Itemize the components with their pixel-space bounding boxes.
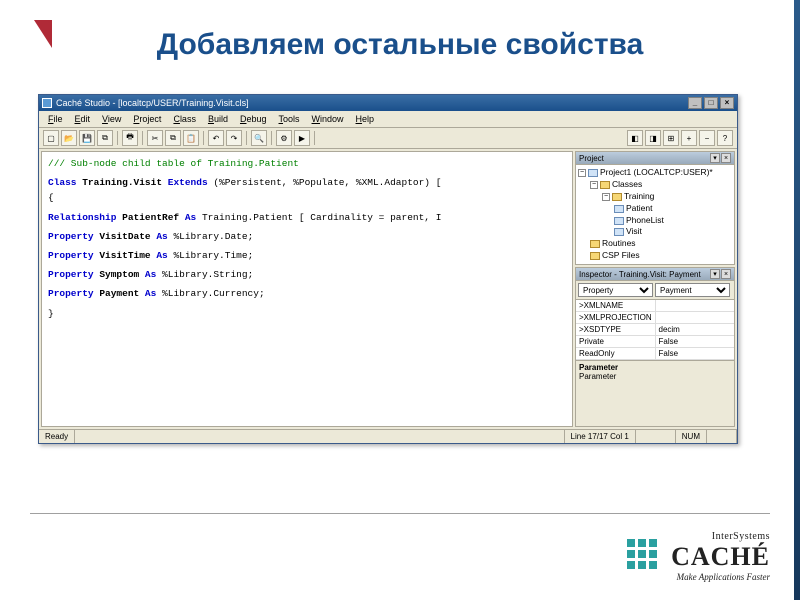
save-all-icon[interactable]: ⧉ (97, 130, 113, 146)
save-icon[interactable]: 💾 (79, 130, 95, 146)
project-panel-title: Project (579, 154, 604, 163)
menu-project[interactable]: Project (128, 113, 166, 125)
status-num: NUM (676, 430, 707, 443)
menu-view[interactable]: View (97, 113, 126, 125)
inspector-footer-label: Parameter (579, 363, 731, 372)
inspector-grid[interactable]: >XMLNAME >XMLPROJECTION >XSDTYPEdecim Pr… (576, 300, 734, 360)
menu-debug[interactable]: Debug (235, 113, 272, 125)
app-window: Caché Studio - [localtcp/USER/Training.V… (38, 94, 738, 444)
window-title: Caché Studio - [localtcp/USER/Training.V… (56, 98, 249, 108)
find-icon[interactable]: 🔍 (251, 130, 267, 146)
logo-tagline: Make Applications Faster (671, 572, 770, 582)
logo-cache: CACHÉ (671, 542, 770, 572)
inspector-member-select[interactable]: Property (578, 283, 653, 297)
inspector-panel: Inspector - Training.Visit: Payment ▾ × … (575, 267, 735, 427)
panel-pin-icon[interactable]: ▾ (710, 153, 720, 163)
system-icon (42, 98, 52, 108)
redo-icon[interactable]: ↷ (226, 130, 242, 146)
title-bar: Caché Studio - [localtcp/USER/Training.V… (39, 95, 737, 111)
menu-file[interactable]: File (43, 113, 68, 125)
new-icon[interactable]: ▢ (43, 130, 59, 146)
copy-icon[interactable]: ⧉ (165, 130, 181, 146)
zoom-in-icon[interactable]: + (681, 130, 697, 146)
menu-edit[interactable]: Edit (70, 113, 96, 125)
menu-bar: File Edit View Project Class Build Debug… (39, 111, 737, 128)
close-button[interactable]: × (720, 97, 734, 109)
toolbar: ▢ 📂 💾 ⧉ 🖶 ✂ ⧉ 📋 ↶ ↷ 🔍 ⚙ ▶ ◧ ◨ ⊞ + − ? (39, 128, 737, 149)
panel-close-icon[interactable]: × (721, 153, 731, 163)
right-accent-bar (794, 0, 800, 600)
tree-phonelist[interactable]: PhoneList (626, 215, 664, 227)
undo-icon[interactable]: ↶ (208, 130, 224, 146)
compile-icon[interactable]: ⚙ (276, 130, 292, 146)
build-icon[interactable]: ▶ (294, 130, 310, 146)
code-line-6: Property VisitTime As %Library.Time; (48, 248, 566, 263)
logo: InterSystems CACHÉ Make Applications Fas… (671, 531, 770, 582)
print-icon[interactable]: 🖶 (122, 130, 138, 146)
status-bar: Ready Line 17/17 Col 1 NUM (39, 429, 737, 443)
menu-window[interactable]: Window (307, 113, 349, 125)
logo-squares-icon (627, 539, 657, 569)
zoom-out-icon[interactable]: − (699, 130, 715, 146)
menu-class[interactable]: Class (168, 113, 201, 125)
tool-b-icon[interactable]: ◨ (645, 130, 661, 146)
menu-build[interactable]: Build (203, 113, 233, 125)
project-tree[interactable]: −Project1 (LOCALTCP:USER)* −Classes −Tra… (578, 167, 732, 262)
tree-root[interactable]: Project1 (LOCALTCP:USER)* (600, 167, 713, 179)
tree-csp[interactable]: CSP Files (602, 250, 640, 262)
inspector-close-icon[interactable]: × (721, 269, 731, 279)
help-icon[interactable]: ? (717, 130, 733, 146)
code-line-4: Relationship PatientRef As Training.Pati… (48, 210, 566, 225)
minimize-button[interactable]: _ (688, 97, 702, 109)
menu-tools[interactable]: Tools (274, 113, 305, 125)
open-icon[interactable]: 📂 (61, 130, 77, 146)
code-line-8: Property Payment As %Library.Currency; (48, 286, 566, 301)
status-position: Line 17/17 Col 1 (565, 430, 636, 443)
code-line-5: Property VisitDate As %Library.Date; (48, 229, 566, 244)
inspector-pin-icon[interactable]: ▾ (710, 269, 720, 279)
tree-visit[interactable]: Visit (626, 226, 642, 238)
divider (30, 513, 770, 514)
project-panel: Project ▾ × −Project1 (LOCALTCP:USER)* −… (575, 151, 735, 265)
inspector-footer-sub: Parameter (579, 372, 731, 381)
status-ready: Ready (39, 430, 75, 443)
code-line-3: { (48, 192, 54, 203)
tree-classes[interactable]: Classes (612, 179, 642, 191)
inspector-item-select[interactable]: Payment (655, 283, 730, 297)
code-line-7: Property Symptom As %Library.String; (48, 267, 566, 282)
tree-training[interactable]: Training (624, 191, 654, 203)
paste-icon[interactable]: 📋 (183, 130, 199, 146)
code-line-2: Class Training.Visit Extends (%Persisten… (48, 175, 566, 190)
menu-help[interactable]: Help (351, 113, 380, 125)
code-line-1: /// Sub-node child table of Training.Pat… (48, 158, 299, 169)
maximize-button[interactable]: □ (704, 97, 718, 109)
tool-a-icon[interactable]: ◧ (627, 130, 643, 146)
cut-icon[interactable]: ✂ (147, 130, 163, 146)
inspector-title: Inspector - Training.Visit: Payment (579, 270, 701, 279)
code-editor[interactable]: /// Sub-node child table of Training.Pat… (41, 151, 573, 427)
tool-c-icon[interactable]: ⊞ (663, 130, 679, 146)
code-line-9: } (48, 308, 54, 319)
tree-patient[interactable]: Patient (626, 203, 652, 215)
slide-title: Добавляем остальные свойства (0, 28, 800, 62)
logo-intersystems: InterSystems (671, 531, 770, 542)
tree-routines[interactable]: Routines (602, 238, 636, 250)
